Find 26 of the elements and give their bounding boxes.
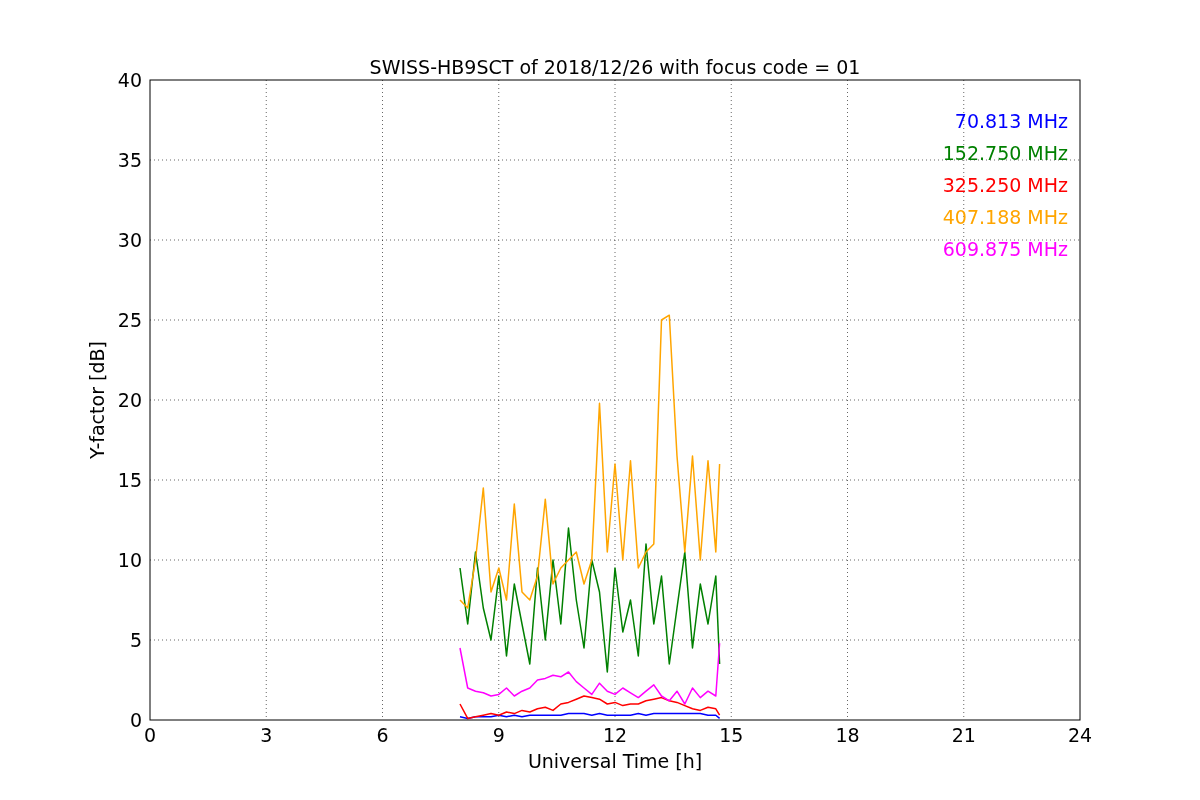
tick-label: 9 <box>492 724 505 746</box>
legend-label: 325.250 MHz <box>942 174 1068 196</box>
tick-label: 20 <box>117 389 142 411</box>
tick-label: 18 <box>835 724 860 746</box>
legend-label: 407.188 MHz <box>942 206 1068 228</box>
legend-label: 609.875 MHz <box>942 238 1068 260</box>
tick-label: 5 <box>129 629 142 651</box>
tick-label: 3 <box>260 724 273 746</box>
tick-label: 10 <box>117 549 142 571</box>
tick-label: 6 <box>376 724 389 746</box>
tick-label: 0 <box>143 724 157 746</box>
tick-label: 21 <box>951 724 976 746</box>
legend-label: 152.750 MHz <box>942 142 1068 164</box>
y-axis-label: Y-factor [dB] <box>86 341 108 459</box>
chart-title: SWISS-HB9SCT of 2018/12/26 with focus code = 01 <box>369 56 861 78</box>
tick-label: 0 <box>129 709 142 731</box>
tick-label: 12 <box>602 724 628 746</box>
tick-label: 24 <box>1067 724 1093 746</box>
x-axis-label: Universal Time [h] <box>527 750 703 772</box>
tick-label: 35 <box>117 149 142 171</box>
tick-label: 15 <box>719 724 744 746</box>
legend-label: 70.813 MHz <box>954 110 1068 132</box>
tick-label: 40 <box>117 69 142 91</box>
tick-label: 25 <box>117 309 142 331</box>
tick-label: 30 <box>117 229 142 251</box>
tick-label: 15 <box>117 469 142 491</box>
